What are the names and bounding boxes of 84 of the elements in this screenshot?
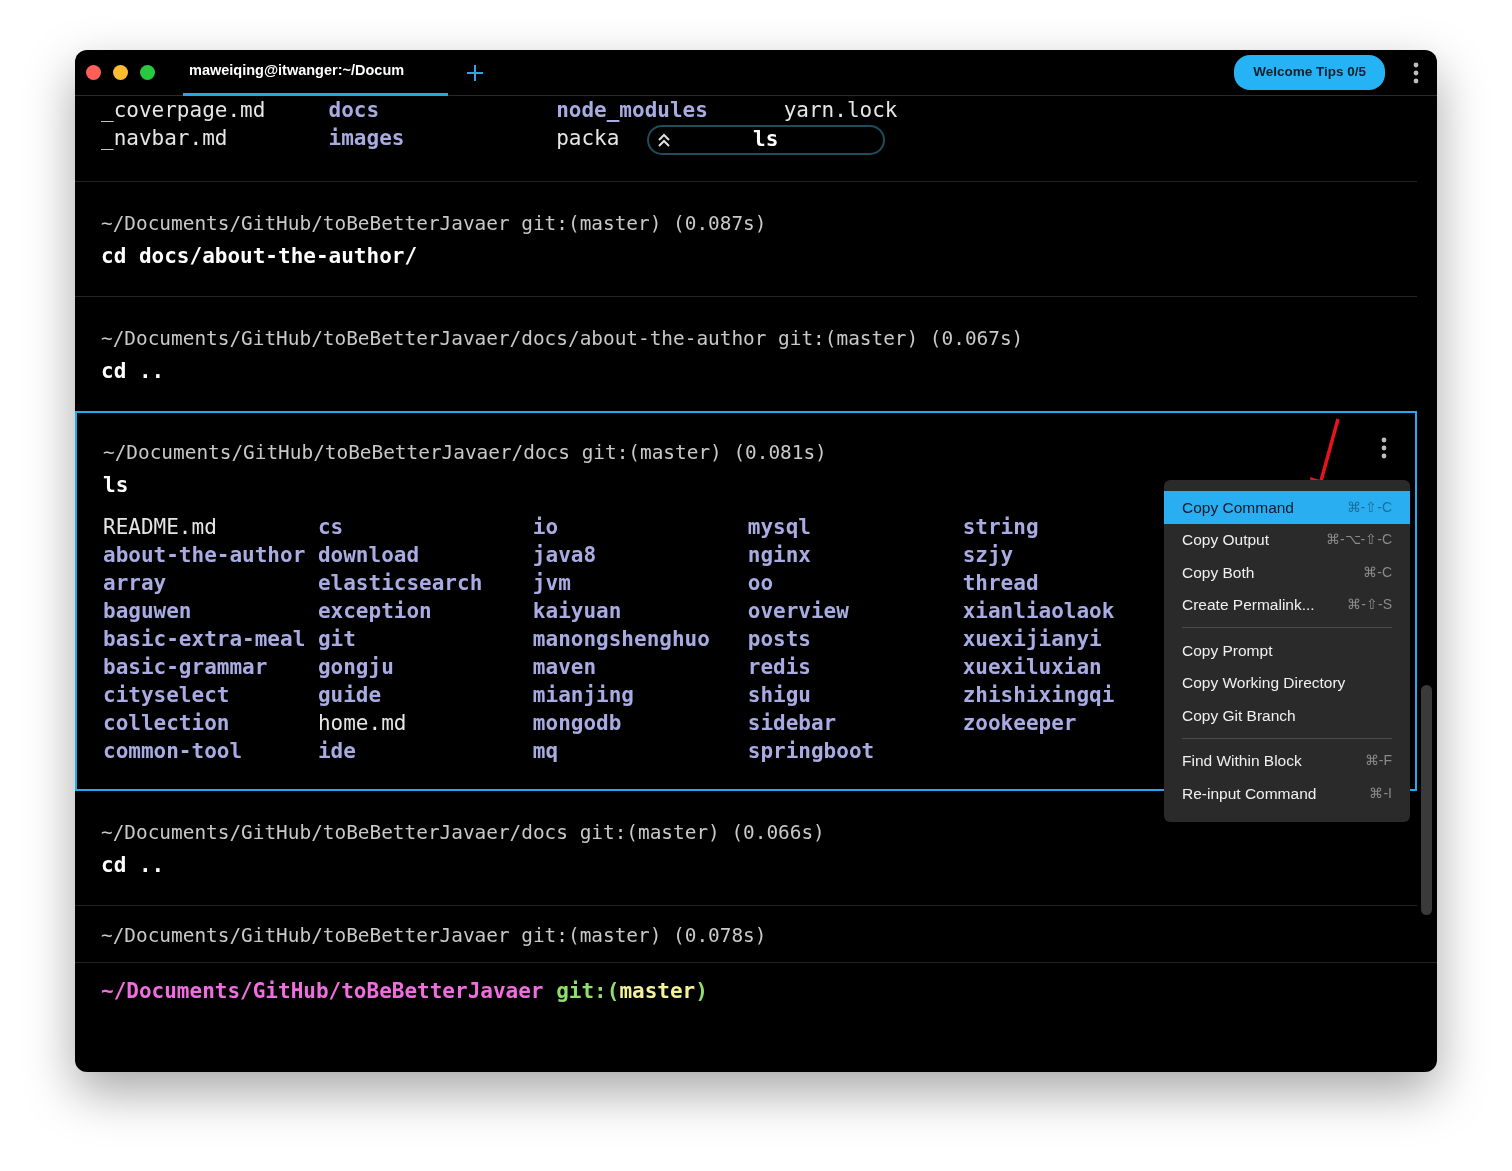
file-name: yarn.lock — [783, 97, 898, 124]
window-control-icon[interactable] — [140, 65, 155, 80]
directory-name: zhishixingqi — [962, 682, 1115, 709]
directory-name: mq — [532, 738, 559, 765]
prompt-line: ~/Documents/GitHub/toBeBetterJavaer/docs git:(master) (0.066s) — [101, 820, 825, 846]
tab[interactable]: maweiqing@itwanger:~/Docum — [183, 50, 448, 96]
directory-name: java8 — [532, 542, 597, 569]
directory-name: overview — [747, 598, 849, 625]
directory-name: string — [962, 514, 1039, 541]
command-text: cd docs/about-the-author/ — [101, 243, 418, 270]
directory-name: zookeeper — [962, 710, 1077, 737]
prompt-line: ~/Documents/GitHub/toBeBetterJavaer git:(master) (0.087s) — [101, 211, 767, 237]
file-name: packa — [556, 125, 620, 152]
shortcut-label: ⌘-⇧-S — [1347, 595, 1392, 615]
menu-item[interactable]: Create Permalink... ⌘-⇧-S — [1164, 588, 1410, 621]
file-name: _navbar.md — [101, 125, 228, 152]
command-text: cd .. — [101, 852, 165, 879]
window-control-icon[interactable] — [86, 65, 101, 80]
directory-name: oo — [747, 570, 774, 597]
directory-name: xianliaolaok — [962, 598, 1115, 625]
directory-name: ide — [317, 738, 356, 765]
window-control-icon[interactable] — [113, 65, 128, 80]
menu-item[interactable]: Re-input Command ⌘-I — [1164, 777, 1410, 810]
directory-name: gongju — [317, 654, 394, 681]
directory-name: cs — [317, 514, 344, 541]
directory-name: baguwen — [103, 598, 192, 625]
menu-item[interactable]: Copy Git Branch — [1164, 699, 1410, 732]
double-chevron-up-icon — [657, 132, 671, 148]
directory-name: common-tool — [103, 738, 243, 765]
scrollbar[interactable] — [1421, 685, 1432, 915]
directory-name: mongodb — [532, 710, 622, 737]
directory-name: basic-grammar — [103, 654, 268, 681]
shortcut-label: ⌘-⇧-C — [1346, 497, 1392, 517]
file-name: _coverpage.md — [101, 97, 266, 124]
directory-name: jvm — [532, 570, 571, 597]
directory-name: redis — [747, 654, 811, 681]
directory-name: array — [103, 570, 167, 597]
directory-name: xuexiluxian — [962, 654, 1102, 681]
directory-name: download — [317, 542, 420, 569]
directory-name: thread — [962, 570, 1039, 597]
menu-item[interactable]: Find Within Block ⌘-F — [1164, 744, 1410, 777]
prompt-line: ~/Documents/GitHub/toBeBetterJavaer git:(master) (0.078s) — [101, 923, 767, 949]
command-text: cd .. — [101, 358, 165, 385]
sticky-command-header[interactable]: ls — [647, 125, 885, 155]
menu-item[interactable]: Copy Command ⌘-⇧-C — [1164, 491, 1410, 524]
shortcut-label: ⌘-C — [1363, 562, 1392, 582]
shortcut-label: ⌘-F — [1364, 751, 1392, 771]
menu-item[interactable]: Copy Working Directory — [1164, 666, 1410, 699]
directory-name: collection — [103, 710, 230, 737]
prompt-line: ~/Documents/GitHub/toBeBetterJavaer/docs/about-the-author git:(master) (0.067s) — [101, 326, 1024, 352]
directory-name: guide — [317, 682, 382, 709]
menu-item[interactable]: Copy Both ⌘-C — [1164, 556, 1410, 589]
directory-name: manongshenghuo — [532, 626, 710, 653]
directory-name: sidebar — [747, 710, 837, 737]
welcome-tips-button[interactable]: Welcome Tips 0/5 — [1234, 55, 1385, 90]
menu-item[interactable]: Copy Output ⌘-⌥-⇧-C — [1164, 523, 1410, 556]
directory-name: cityselect — [103, 682, 230, 709]
directory-name: git — [317, 626, 356, 653]
directory-name: springboot — [747, 738, 875, 765]
directory-name: about-the-author — [103, 542, 306, 569]
directory-name: mianjing — [532, 682, 634, 709]
directory-name: mysql — [747, 514, 811, 541]
directory-name: nginx — [747, 542, 811, 569]
directory-name: kaiyuan — [532, 598, 622, 625]
directory-name: io — [532, 514, 559, 541]
directory-name: xuexijianyi — [962, 626, 1102, 653]
directory-name: maven — [532, 654, 597, 681]
directory-name: exception — [317, 598, 432, 625]
directory-name: posts — [747, 626, 811, 653]
command-text: ls — [103, 472, 129, 499]
directory-name: elasticsearch — [317, 570, 483, 597]
file-name: home.md — [317, 710, 407, 737]
menu-item[interactable]: Copy Prompt — [1164, 634, 1410, 667]
file-name: README.md — [103, 514, 217, 541]
directory-name: images — [328, 125, 405, 152]
directory-name: basic-extra-meal — [103, 626, 306, 653]
directory-name: szjy — [962, 542, 1014, 569]
prompt-line: ~/Documents/GitHub/toBeBetterJavaer/docs git:(master) (0.081s) — [103, 440, 827, 466]
directory-name: node_modules — [556, 97, 708, 124]
shortcut-label: ⌘-⌥-⇧-C — [1325, 530, 1392, 550]
directory-name: shigu — [747, 682, 811, 709]
input-prompt[interactable]: ~/Documents/GitHub/toBeBetterJavaer git:(master) — [75, 962, 1437, 1072]
directory-name: docs — [328, 97, 380, 124]
shortcut-label: ⌘-I — [1369, 783, 1392, 803]
